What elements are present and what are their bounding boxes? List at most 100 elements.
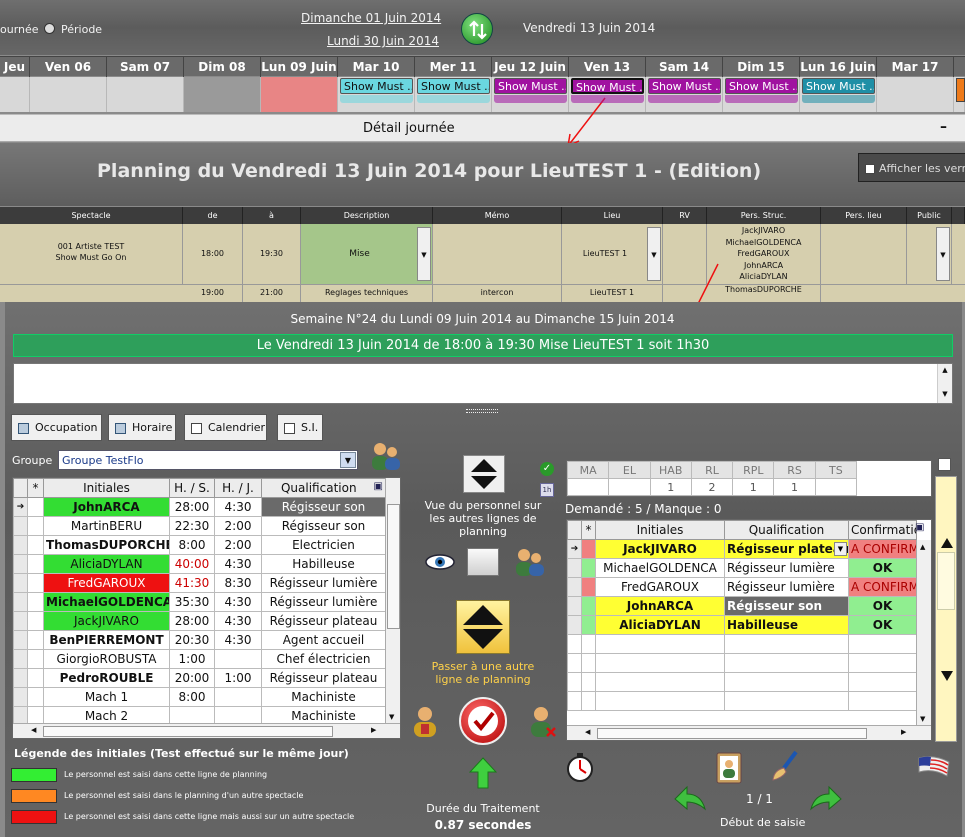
left-header-hj[interactable]: H. / J.	[214, 478, 262, 498]
eye-icon[interactable]	[424, 552, 456, 572]
row-selector[interactable]	[13, 573, 28, 593]
row-checkbox-cell[interactable]	[27, 687, 44, 707]
personnel-row[interactable]: MartinBERU 22:30 2:00 Régisseur son	[13, 516, 386, 536]
row1-start[interactable]: 18:00	[183, 224, 243, 284]
show-block-edge[interactable]	[956, 78, 965, 102]
personnel-row[interactable]: AliciaDYLAN 40:00 4:30 Habilleuse	[13, 554, 386, 574]
row-selector[interactable]	[13, 649, 28, 669]
day-cell-2[interactable]	[107, 77, 184, 112]
day-cell-12[interactable]	[877, 77, 954, 112]
row-selector[interactable]	[13, 554, 28, 574]
next-arrow-icon[interactable]	[809, 785, 843, 811]
user-remove-icon[interactable]	[529, 706, 557, 738]
left-table-hscroll[interactable]: ◀ ▶	[13, 723, 400, 738]
planning-grid-row-2[interactable]: 19:00 21:00 Reglages techniques intercon…	[0, 284, 965, 302]
tab-si[interactable]: S.I.	[277, 414, 323, 441]
day-header-11[interactable]: Lun 16 Juin	[800, 57, 877, 77]
grid-header-3[interactable]: Description	[301, 207, 433, 224]
users-icon[interactable]	[512, 547, 546, 577]
right-hscroll-left-icon[interactable]: ◀	[585, 728, 590, 736]
assigned-qualification[interactable]: Régisseur lumière	[724, 558, 849, 578]
detail-bar[interactable]: Détail journée –	[0, 114, 965, 142]
row1-public-dropdown-icon[interactable]: ▼	[936, 227, 950, 281]
grid-header-4[interactable]: Mémo	[433, 207, 562, 224]
day-header-8[interactable]: Ven 13 Juin	[569, 57, 646, 94]
personnel-row[interactable]: BenPIERREMONT 20:30 4:30 Agent accueil	[13, 630, 386, 650]
side-scroll-panel[interactable]	[935, 476, 957, 742]
show-locked-toggle[interactable]: Afficher les verr	[858, 153, 965, 182]
right-vscroll-down-icon[interactable]: ▼	[920, 715, 925, 723]
tab-calendrier[interactable]: Calendrier	[184, 414, 267, 441]
personnel-initiales[interactable]: MartinBERU	[43, 516, 170, 536]
validate-icon[interactable]	[459, 697, 507, 745]
left-header-hs[interactable]: H. / S.	[169, 478, 215, 498]
personnel-initiales[interactable]: FredGAROUX	[43, 573, 170, 593]
personnel-row[interactable]: Mach 1 8:00 Machiniste	[13, 687, 386, 707]
show-block-2[interactable]: Show Must ...	[494, 78, 567, 94]
day-header-9[interactable]: Sam 14 Juin	[646, 57, 723, 94]
left-table-vscroll[interactable]: ▼	[385, 478, 400, 723]
assigned-initiales[interactable]: MichaelGOLDENCA	[595, 558, 725, 578]
assigned-qualification[interactable]: Habilleuse	[724, 615, 849, 635]
row1-pers-lieu[interactable]	[821, 224, 907, 284]
si-checkbox[interactable]	[284, 422, 295, 434]
row1-desc-dropdown-icon[interactable]: ▼	[417, 227, 431, 281]
group-dropdown-icon[interactable]: ▼	[340, 452, 356, 468]
memo-scrollbar[interactable]: ▲ ▼	[937, 364, 952, 403]
group-select[interactable]: Groupe TestFlo ▼	[58, 450, 358, 470]
right-table-hscroll[interactable]: ◀ ▶	[567, 725, 931, 740]
personnel-row[interactable]: FredGAROUX 41:30 8:30 Régisseur lumière	[13, 573, 386, 593]
show-block-4[interactable]: Show Must ...	[648, 78, 721, 94]
row-checkbox-cell[interactable]	[27, 535, 44, 555]
personnel-initiales[interactable]: Mach 1	[43, 687, 170, 707]
row2-description[interactable]: Reglages techniques	[301, 285, 433, 302]
left-hscroll-thumb[interactable]	[43, 726, 333, 737]
row-checkbox-cell[interactable]	[27, 668, 44, 688]
assigned-confirmation[interactable]: OK	[848, 596, 917, 616]
show-block-0[interactable]: Show Must ...	[340, 78, 413, 94]
row-checkbox-cell[interactable]	[27, 516, 44, 536]
row-selector[interactable]	[567, 615, 582, 635]
row2-memo[interactable]: intercon	[433, 285, 562, 302]
personnel-initiales[interactable]: PedroROUBLE	[43, 668, 170, 688]
right-hscroll-thumb[interactable]	[597, 728, 867, 739]
grid-header-0[interactable]: Spectacle	[0, 207, 183, 224]
side-up-icon[interactable]	[940, 537, 954, 549]
assigned-initiales[interactable]: JackJIVARO	[595, 539, 725, 559]
row-pointer-icon[interactable]: ➔	[567, 539, 582, 559]
personnel-initiales[interactable]: BenPIERREMONT	[43, 630, 170, 650]
right-header-confirmation[interactable]: Confirmatio	[848, 520, 917, 540]
show-block-1[interactable]: Show Must ...	[417, 78, 490, 94]
row2-end[interactable]: 21:00	[243, 285, 301, 302]
row-selector[interactable]	[567, 577, 582, 597]
row-pointer-icon[interactable]: ➔	[13, 497, 28, 517]
tab-occupation[interactable]: Occupation	[11, 414, 102, 441]
row2-lieu[interactable]: LieuTEST 1	[562, 285, 663, 302]
left-header-initiales[interactable]: Initiales	[43, 478, 170, 498]
refresh-icon[interactable]	[461, 13, 493, 45]
grid-header-9[interactable]: Public	[907, 207, 952, 224]
calendrier-checkbox[interactable]	[191, 422, 202, 434]
show-locked-checkbox[interactable]	[865, 164, 875, 174]
horaire-checkbox[interactable]	[115, 422, 126, 434]
assigned-qualification[interactable]: Régisseur plateau ▼	[724, 539, 849, 559]
row-checkbox-cell[interactable]	[27, 497, 44, 517]
personnel-row[interactable]: ThomasDUPORCHE 8:00 2:00 Electricien	[13, 535, 386, 555]
show-block-6[interactable]: Show Must ...	[802, 78, 875, 94]
personnel-row[interactable]: ➔ JohnARCA 28:00 4:30 Régisseur son	[13, 497, 386, 517]
row-checkbox-cell[interactable]	[27, 573, 44, 593]
assigned-row[interactable]: MichaelGOLDENCA Régisseur lumière OK	[567, 558, 917, 578]
assigned-initiales[interactable]: JohnARCA	[595, 596, 725, 616]
personnel-initiales[interactable]: MichaelGOLDENCA	[43, 592, 170, 612]
row-selector[interactable]	[13, 516, 28, 536]
left-hscroll-right-icon[interactable]: ▶	[371, 726, 376, 734]
check-ok-icon[interactable]: ✓	[540, 462, 554, 476]
row1-lieu-dropdown-icon[interactable]: ▼	[647, 227, 661, 281]
group-users-icon[interactable]	[368, 440, 402, 472]
user-warning-icon[interactable]	[411, 706, 439, 738]
grid-header-6[interactable]: RV	[663, 207, 707, 224]
day-header-1[interactable]: Ven 06 Juin	[30, 57, 107, 94]
left-hscroll-left-icon[interactable]: ◀	[31, 726, 36, 734]
planning-grid-row-1[interactable]: 001 Artiste TEST Show Must Go On 18:00 1…	[0, 224, 965, 284]
assigned-row[interactable]: JohnARCA Régisseur son OK	[567, 596, 917, 616]
